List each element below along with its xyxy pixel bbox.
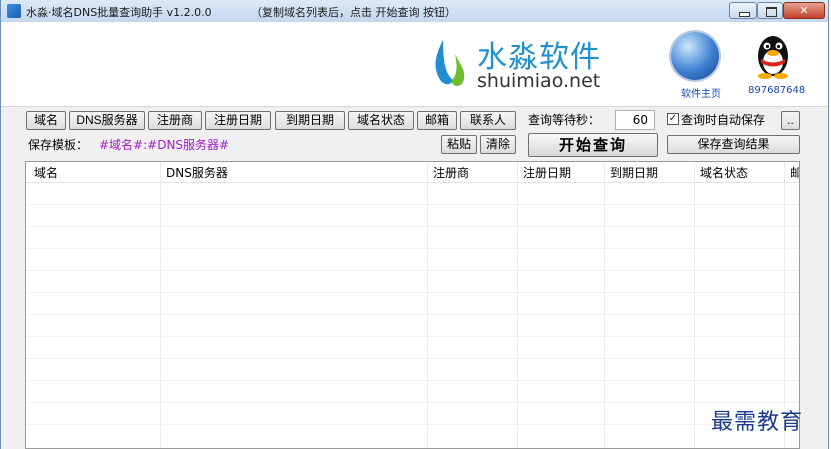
row-divider <box>26 292 799 293</box>
results-table[interactable]: 域名 DNS服务器 注册商 注册日期 到期日期 域名状态 邮 <box>25 161 800 449</box>
template-label: 保存模板： <box>28 138 89 152</box>
column-header-reg-date[interactable]: 注册日期 <box>523 164 571 181</box>
close-icon: ✕ <box>799 4 809 17</box>
row-divider <box>26 358 799 359</box>
window-title: 水淼·域名DNS批量查询助手 v1.2.0.0 <box>26 6 212 19</box>
header-banner: 水淼软件 shuimiao.net 软件主页 897687648 <box>1 22 828 107</box>
app-icon <box>7 4 21 18</box>
maximize-button[interactable] <box>757 2 783 19</box>
minimize-button[interactable] <box>729 2 757 19</box>
row-divider <box>26 204 799 205</box>
wait-seconds-input[interactable]: 60 <box>615 110 655 130</box>
field-button-exp-date[interactable]: 到期日期 <box>275 111 345 130</box>
row-divider <box>26 314 799 315</box>
field-button-email[interactable]: 邮箱 <box>417 111 457 130</box>
qq-number[interactable]: 897687648 <box>748 85 805 96</box>
title-bar[interactable]: 水淼·域名DNS批量查询助手 v1.2.0.0 （复制域名列表后，点击 开始查询… <box>1 0 828 23</box>
row-divider <box>26 226 799 227</box>
table-header: 域名 DNS服务器 注册商 注册日期 到期日期 域名状态 邮 <box>26 162 799 183</box>
row-divider <box>26 380 799 381</box>
template-value[interactable]: #域名#:#DNS服务器# <box>99 136 229 153</box>
clear-button[interactable]: 清除 <box>480 135 516 154</box>
qq-penguin-icon[interactable] <box>753 30 793 80</box>
field-button-registrar[interactable]: 注册商 <box>148 111 202 130</box>
column-header-dns[interactable]: DNS服务器 <box>166 164 228 181</box>
row-divider <box>26 336 799 337</box>
start-query-button[interactable]: 开始查询 <box>528 133 658 157</box>
water-drop-logo-icon <box>435 40 465 86</box>
save-results-button[interactable]: 保存查询结果 <box>667 135 800 154</box>
column-header-domain[interactable]: 域名 <box>34 164 58 181</box>
column-header-email[interactable]: 邮 <box>790 164 799 181</box>
row-divider <box>26 248 799 249</box>
close-button[interactable]: ✕ <box>783 2 825 19</box>
homepage-link[interactable]: 软件主页 <box>681 85 721 100</box>
auto-save-checkbox[interactable]: ✓ <box>667 113 679 125</box>
field-button-status[interactable]: 域名状态 <box>348 111 414 130</box>
window-hint: （复制域名列表后，点击 开始查询 按钮） <box>251 6 456 19</box>
column-header-registrar[interactable]: 注册商 <box>433 164 469 181</box>
auto-save-label: 查询时自动保存 <box>681 113 766 127</box>
paste-button[interactable]: 粘贴 <box>441 135 477 154</box>
row-divider <box>26 424 799 425</box>
field-button-domain[interactable]: 域名 <box>26 111 66 130</box>
row-divider <box>26 402 799 403</box>
field-button-contact[interactable]: 联系人 <box>460 111 516 130</box>
globe-icon[interactable] <box>671 32 719 80</box>
watermark-text: 最需教育 <box>711 410 804 435</box>
app-window: 水淼·域名DNS批量查询助手 v1.2.0.0 （复制域名列表后，点击 开始查询… <box>0 0 829 449</box>
field-button-reg-date[interactable]: 注册日期 <box>205 111 271 130</box>
field-button-dns[interactable]: DNS服务器 <box>69 111 145 130</box>
column-header-status[interactable]: 域名状态 <box>700 164 748 181</box>
row-divider <box>26 270 799 271</box>
column-header-exp-date[interactable]: 到期日期 <box>610 164 658 181</box>
more-options-button[interactable]: .. <box>781 111 800 130</box>
brand-name-en: shuimiao.net <box>477 70 601 92</box>
wait-seconds-label: 查询等待秒： <box>528 113 601 127</box>
